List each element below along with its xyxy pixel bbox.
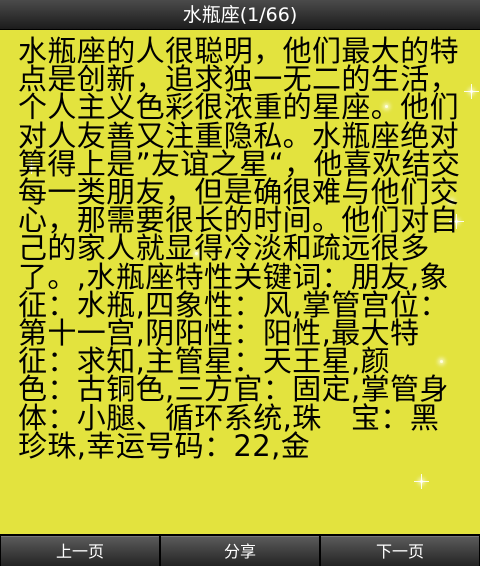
title-bar: 水瓶座(1/66) (0, 0, 480, 30)
bottom-toolbar: 上一页 分享 下一页 (0, 534, 480, 566)
sparkle-decoration (464, 84, 479, 99)
sparkle-decoration (414, 474, 429, 489)
previous-page-button[interactable]: 上一页 (1, 536, 159, 566)
article-content[interactable]: 水瓶座的人很聪明，他们最大的特点是创新，追求独一无二的生活，个人主义色彩很浓重的… (0, 30, 480, 534)
share-button[interactable]: 分享 (161, 536, 319, 566)
page-title: 水瓶座(1/66) (182, 4, 298, 26)
article-body: 水瓶座的人很聪明，他们最大的特点是创新，追求独一无二的生活，个人主义色彩很浓重的… (18, 34, 479, 463)
next-page-button[interactable]: 下一页 (321, 536, 479, 566)
